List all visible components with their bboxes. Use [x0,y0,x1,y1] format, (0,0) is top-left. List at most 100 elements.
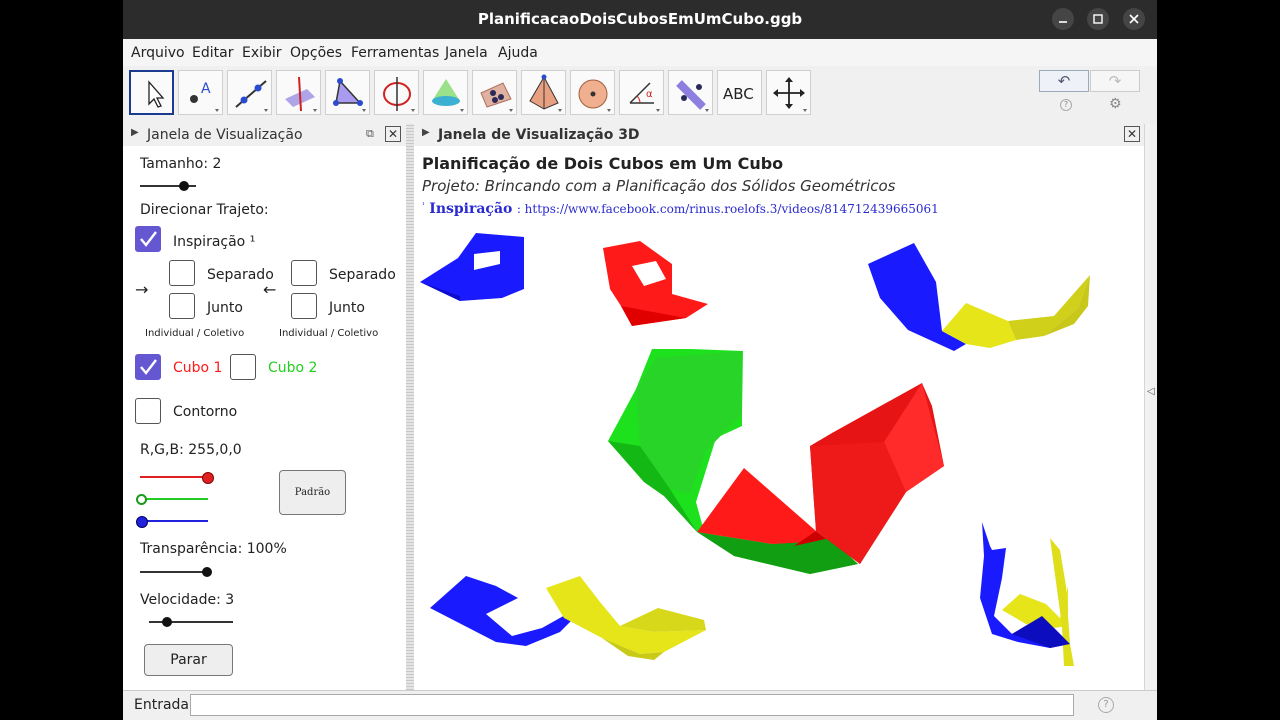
parar-button[interactable]: Parar [144,644,233,676]
green-slider-track [140,498,208,500]
blue-yellow-net-bottom-right [980,522,1074,666]
tool-move[interactable] [129,70,174,115]
close-button[interactable] [1123,8,1145,30]
menu-exibir[interactable]: Exibir [242,45,282,61]
move-view-icon [773,77,807,112]
close-icon [1129,14,1139,24]
blue-net-top-left [420,233,524,301]
right-side-strip: ◁ [1144,124,1157,690]
tool-plane[interactable] [472,70,517,115]
svg-text:ABC: ABC [723,85,754,103]
circle-axis-icon [383,77,415,112]
blue-yellow-net-top-right [868,243,1090,351]
inspiracao-checkbox[interactable] [135,226,161,252]
menu-janela[interactable]: Janela [445,45,488,61]
blue-slider-knob[interactable] [136,516,148,528]
red-slider-knob[interactable] [202,472,214,484]
cone-icon [432,79,464,112]
plane-icon [480,82,513,112]
tool-move-view[interactable] [766,70,811,115]
help-icon[interactable]: ? [1060,99,1072,111]
3d-scene [420,233,1090,666]
rgb-label: R,G,B: 255,0,0 [140,442,242,458]
green-slider-knob[interactable] [136,494,147,505]
blue-slider-track [140,520,208,522]
contorno-label: Contorno [173,404,238,420]
undock-icon[interactable]: ⧉ [366,127,374,141]
tool-reflect[interactable] [668,70,713,115]
tool-angle[interactable]: α [619,70,664,115]
cubo1-label: Cubo 1 [173,360,223,376]
tool-perpendicular[interactable] [276,70,321,115]
maximize-button[interactable] [1087,8,1109,30]
junto-1-checkbox[interactable] [169,293,195,319]
undo-button[interactable]: ↶ [1039,70,1089,92]
tamanho-label: Tamanho: 2 [140,156,222,172]
red-slider-track [140,476,208,478]
contorno-checkbox[interactable] [135,398,161,424]
velocidade-slider-knob[interactable] [162,617,172,627]
collapse-arrow-icon[interactable]: ▶ [422,127,430,138]
menu-opcoes[interactable]: Opções [290,45,342,61]
transparencia-slider-track [140,571,208,573]
help-icon[interactable]: ? [1098,697,1114,713]
line-icon [235,80,268,112]
tool-point[interactable]: A [178,70,223,115]
close-panel-button[interactable]: ✕ [385,126,401,142]
minimize-button[interactable] [1052,8,1074,30]
cubo2-label: Cubo 2 [268,360,318,376]
view3d-title: Janela de Visualização 3D [438,127,640,143]
arrow-right-icon: → [135,280,149,299]
cursor-icon [148,80,165,108]
expand-arrow-icon[interactable]: ◁ [1147,386,1155,397]
app-window: PlanificacaoDoisCubosEmUmCubo.ggb Arquiv… [123,0,1157,720]
menu-arquivo[interactable]: Arquivo [131,45,185,61]
redo-button[interactable]: ↷ [1090,70,1140,92]
maximize-icon [1093,14,1103,24]
junto-2-checkbox[interactable] [291,293,317,319]
junto-2-label: Junto [329,300,365,316]
check-icon [140,359,157,375]
3d-graphics-view[interactable]: Planificação de Dois Cubos em Um Cubo Pr… [414,146,1144,688]
collapse-arrow-icon[interactable]: ▶ [131,127,139,138]
settings-icon[interactable]: ⚙ [1109,96,1122,112]
separado-2-checkbox[interactable] [291,260,317,286]
check-icon [140,231,157,247]
tool-polygon[interactable] [325,70,370,115]
direcionar-label: Direcionar Trajeto: [140,202,269,218]
graphics-view: Tamanho: 2 Direcionar Trajeto: Inspiraçã… [123,146,406,688]
cubo2-checkbox[interactable] [230,354,256,380]
individual-coletivo-1: Individual / Coletivo [145,328,245,339]
inspiracao-label: Inspiração ¹ [173,234,256,250]
angle-icon: α [629,82,660,112]
tool-pyramid[interactable] [521,70,566,115]
svg-text:A: A [201,81,211,97]
tool-cone[interactable] [423,70,468,115]
pyramid-icon [529,74,562,112]
reflect-icon [676,80,709,112]
input-bar: Entrada: ? [123,690,1157,720]
velocidade-label: Velocidade: 3 [140,592,235,608]
panel-divider[interactable] [406,124,414,690]
separado-1-checkbox[interactable] [169,260,195,286]
window-title: PlanificacaoDoisCubosEmUmCubo.ggb [477,10,803,28]
padrao-button[interactable]: Padrão [279,470,346,515]
arrow-left-icon: ← [263,280,277,299]
menu-editar[interactable]: Editar [192,45,233,61]
tamanho-slider-knob[interactable] [179,181,189,191]
cubo1-checkbox[interactable] [135,354,161,380]
close-3d-view-button[interactable]: ✕ [1124,126,1140,142]
transparencia-slider-knob[interactable] [202,567,212,577]
input-field[interactable] [190,694,1074,716]
view3d-header: ▶ Janela de Visualização 3D ✕ [414,124,1144,147]
tool-circle-axis[interactable] [374,70,419,115]
menu-ajuda[interactable]: Ajuda [498,45,538,61]
title-bar: PlanificacaoDoisCubosEmUmCubo.ggb [123,0,1157,39]
graphics-view-header: ▶ Janela de Visualização ⧉ ✕ [123,124,406,147]
tool-text[interactable]: ABC [717,70,762,115]
tool-sphere[interactable] [570,70,615,115]
toolbar: A α ABC ↶ ↷ ? ⚙ [123,66,1157,125]
tool-line[interactable] [227,70,272,115]
individual-coletivo-2: Individual / Coletivo [279,328,379,339]
menu-ferramentas[interactable]: Ferramentas [351,45,439,61]
